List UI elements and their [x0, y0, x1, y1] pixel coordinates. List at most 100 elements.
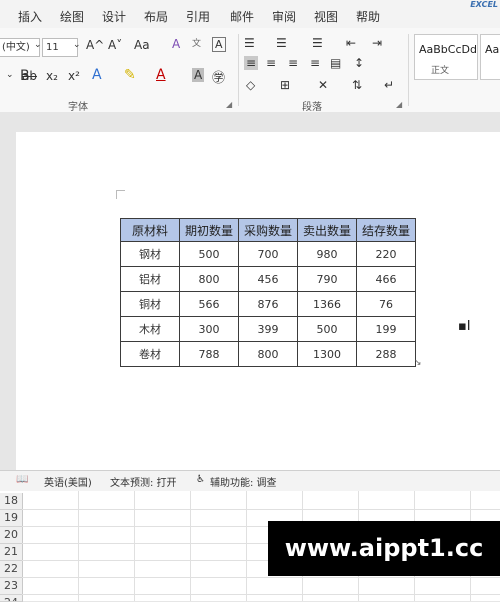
column-gridline — [78, 491, 79, 601]
table-cell[interactable]: 300 — [179, 316, 239, 342]
table-cell[interactable]: 800 — [179, 266, 239, 292]
increase-indent-icon[interactable]: ⇥ — [372, 36, 382, 50]
align-right-icon[interactable]: ≡ — [288, 56, 298, 70]
decrease-indent-icon[interactable]: ⇤ — [346, 36, 356, 50]
table-cell[interactable]: 399 — [238, 316, 298, 342]
table-cell[interactable]: 220 — [356, 241, 416, 267]
table-cell[interactable]: 1300 — [297, 341, 357, 367]
read-mode-icon[interactable]: 📖 — [16, 474, 28, 485]
row-gridline — [22, 594, 500, 595]
tab-help[interactable]: 帮助 — [356, 8, 380, 25]
superscript-button[interactable]: x² — [68, 69, 80, 83]
table-cell[interactable]: 76 — [356, 291, 416, 317]
subscript-button[interactable]: x₂ — [46, 69, 58, 83]
table-cell[interactable]: 980 — [297, 241, 357, 267]
table-row: 铜材 566 876 1366 76 — [120, 291, 416, 317]
char-border-icon[interactable]: A — [212, 37, 226, 52]
font-color-icon[interactable]: A — [156, 67, 166, 83]
row-header[interactable]: 23 — [0, 578, 23, 595]
accessibility-status[interactable]: 辅助功能: 调查 — [210, 474, 277, 489]
char-shading-icon[interactable]: A — [192, 68, 205, 82]
header-cell[interactable]: 原材料 — [120, 218, 180, 242]
row-header[interactable]: 20 — [0, 527, 23, 544]
highlight-icon[interactable]: ✎ — [124, 67, 136, 83]
chevron-down-icon[interactable]: ⌄ — [34, 40, 42, 50]
show-marks-icon[interactable]: ↵ — [384, 78, 394, 92]
phonetic-guide-icon[interactable]: 文 — [192, 36, 201, 49]
row-gridline — [22, 509, 500, 510]
tab-draw[interactable]: 绘图 — [60, 8, 84, 25]
table-row: 木材 300 399 500 199 — [120, 316, 416, 342]
dialog-launcher-icon[interactable]: ◢ — [396, 100, 402, 109]
row-header[interactable]: 22 — [0, 561, 23, 578]
clear-format-icon[interactable]: A — [172, 37, 180, 51]
row-header[interactable]: 19 — [0, 510, 23, 527]
accessibility-icon[interactable]: ♿ — [196, 474, 205, 485]
align-left-icon[interactable]: ≡ — [244, 56, 259, 70]
ribbon-tab-bar: 插入 绘图 设计 布局 引用 邮件 审阅 视图 帮助 EXCEL — [0, 0, 500, 28]
watermark-banner: www.aippt1.cc — [268, 521, 500, 576]
header-cell[interactable]: 卖出数量 — [297, 218, 357, 242]
table-cell[interactable]: 199 — [356, 316, 416, 342]
style-name: 正文 — [431, 66, 450, 76]
table-cell[interactable]: 788 — [179, 341, 239, 367]
chevron-down-icon[interactable]: ⌄ — [73, 40, 81, 50]
table-cell[interactable]: 500 — [297, 316, 357, 342]
text-prediction-status[interactable]: 文本预测: 打开 — [110, 474, 177, 489]
enclose-char-icon[interactable]: ㊫ — [212, 67, 225, 86]
line-spacing-icon[interactable]: ↕ — [354, 56, 364, 70]
header-cell[interactable]: 期初数量 — [179, 218, 239, 242]
table-cell[interactable]: 500 — [179, 241, 239, 267]
table-cell[interactable]: 1366 — [297, 291, 357, 317]
table-cell[interactable]: 卷材 — [120, 341, 180, 367]
distributed-icon[interactable]: ▤ — [330, 56, 341, 70]
shrink-font-button[interactable]: A˅ — [108, 38, 122, 52]
table-cell[interactable]: 800 — [238, 341, 298, 367]
tab-insert[interactable]: 插入 — [18, 8, 42, 25]
justify-icon[interactable]: ≡ — [310, 56, 320, 70]
language-status[interactable]: 英语(美国) — [44, 474, 92, 489]
table-cell[interactable]: 288 — [356, 341, 416, 367]
text-cursor-icon: ▪I — [458, 319, 471, 334]
bullets-icon[interactable]: ☰ — [244, 36, 255, 50]
shading-icon[interactable]: ◇ — [246, 78, 255, 92]
tab-design[interactable]: 设计 — [102, 8, 126, 25]
style-normal-card[interactable]: AaBbCcDd 正文 — [414, 34, 478, 80]
borders-icon[interactable]: ⊞ — [280, 78, 290, 92]
table-cell[interactable]: 466 — [356, 266, 416, 292]
ribbon-separator — [238, 34, 239, 106]
chinese-layout-icon[interactable]: ✕ — [318, 78, 328, 92]
align-center-icon[interactable]: ≡ — [266, 56, 276, 70]
table-cell[interactable]: 566 — [179, 291, 239, 317]
table-cell[interactable]: 铜材 — [120, 291, 180, 317]
header-cell[interactable]: 采购数量 — [238, 218, 298, 242]
table-cell[interactable]: 铝材 — [120, 266, 180, 292]
numbering-icon[interactable]: ☰ — [276, 36, 287, 50]
tab-review[interactable]: 审阅 — [272, 8, 296, 25]
table-cell[interactable]: 700 — [238, 241, 298, 267]
chevron-down-icon[interactable]: ⌄ — [6, 70, 14, 80]
data-table[interactable]: 原材料 期初数量 采购数量 卖出数量 结存数量 钢材 500 700 980 2… — [120, 218, 416, 367]
table-cell[interactable]: 790 — [297, 266, 357, 292]
tab-references[interactable]: 引用 — [186, 8, 210, 25]
row-header[interactable]: 21 — [0, 544, 23, 561]
sort-icon[interactable]: ⇅ — [352, 78, 362, 92]
multilevel-list-icon[interactable]: ☰ — [312, 36, 323, 50]
style-next-card[interactable]: AaB — [480, 34, 500, 80]
dialog-launcher-icon[interactable]: ◢ — [226, 100, 232, 109]
tab-layout[interactable]: 布局 — [144, 8, 168, 25]
header-cell[interactable]: 结存数量 — [356, 218, 416, 242]
table-cell[interactable]: 钢材 — [120, 241, 180, 267]
table-cell[interactable]: 木材 — [120, 316, 180, 342]
table-cell[interactable]: 456 — [238, 266, 298, 292]
excel-badge: EXCEL — [470, 0, 498, 9]
tab-view[interactable]: 视图 — [314, 8, 338, 25]
table-resize-handle-icon[interactable]: ↘ — [414, 358, 422, 368]
change-case-button[interactable]: Aa — [134, 38, 150, 52]
strikethrough-button[interactable]: ab — [22, 69, 37, 83]
tab-mailings[interactable]: 邮件 — [230, 8, 254, 25]
grow-font-button[interactable]: A^ — [86, 38, 104, 52]
text-effects-icon[interactable]: A — [92, 67, 102, 83]
table-cell[interactable]: 876 — [238, 291, 298, 317]
row-header[interactable]: 18 — [0, 493, 23, 510]
